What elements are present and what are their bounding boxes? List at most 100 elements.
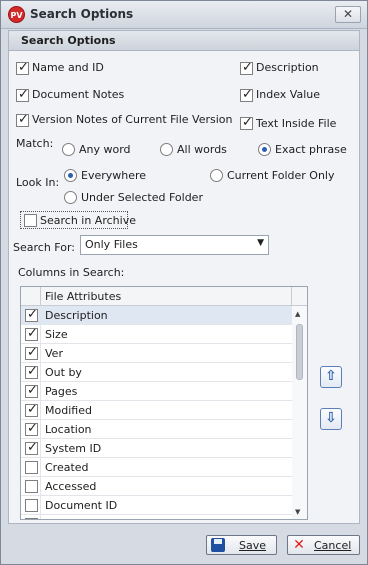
- document-notes-label: Document Notes: [32, 88, 125, 101]
- attribute-name: System ID: [45, 442, 102, 455]
- columns-in-search-label: Columns in Search:: [18, 266, 125, 279]
- table-row[interactable]: ✓ System ID: [21, 439, 292, 458]
- move-up-button[interactable]: ⇧: [320, 366, 342, 388]
- look-in-under-selected-label: Under Selected Folder: [81, 191, 203, 204]
- row-divider: [40, 458, 41, 477]
- table-row[interactable]: Document Status: [21, 515, 292, 519]
- description-label: Description: [256, 61, 319, 74]
- match-label: Match:: [16, 137, 54, 150]
- file-attributes-header: File Attributes: [45, 290, 122, 303]
- header-divider: [291, 287, 292, 306]
- attribute-name: Modified: [45, 404, 92, 417]
- search-for-dropdown[interactable]: Only Files ▼: [80, 235, 269, 255]
- match-all-words-radio[interactable]: [160, 143, 173, 156]
- checkmark-icon: ✓: [18, 112, 29, 127]
- text-inside-file-checkbox[interactable]: ✓: [240, 115, 253, 130]
- checkmark-icon: ✓: [242, 115, 253, 130]
- row-divider: [40, 515, 41, 519]
- search-for-label: Search For:: [13, 241, 75, 254]
- attribute-name: Description: [45, 309, 108, 322]
- table-row[interactable]: Accessed: [21, 477, 292, 496]
- row-divider: [40, 325, 41, 344]
- document-notes-checkbox[interactable]: ✓: [16, 87, 29, 102]
- table-row[interactable]: ✓ Ver: [21, 344, 292, 363]
- checkmark-icon: ✓: [242, 60, 253, 75]
- row-checkbox[interactable]: [25, 480, 38, 493]
- checkmark-icon: ✓: [27, 307, 38, 322]
- row-checkbox[interactable]: ✓: [25, 421, 38, 436]
- row-checkbox[interactable]: [25, 518, 38, 519]
- group-title: Search Options: [21, 34, 116, 47]
- checkmark-icon: ✓: [18, 60, 29, 75]
- search-in-archive-label: Search in Archive: [40, 214, 136, 227]
- row-checkbox[interactable]: ✓: [25, 364, 38, 379]
- row-divider: [40, 477, 41, 496]
- table-row[interactable]: Document ID: [21, 496, 292, 515]
- match-exact-phrase-radio[interactable]: [258, 143, 271, 156]
- checkmark-icon: ✓: [27, 440, 38, 455]
- look-in-under-selected-radio[interactable]: [64, 191, 77, 204]
- app-logo-icon: PV: [8, 6, 25, 23]
- row-divider: [40, 363, 41, 382]
- description-checkbox[interactable]: ✓: [240, 60, 253, 75]
- row-checkbox[interactable]: ✓: [25, 307, 38, 322]
- table-row[interactable]: ✓ Size: [21, 325, 292, 344]
- move-down-button[interactable]: ⇩: [320, 408, 342, 430]
- look-in-label: Look In:: [16, 176, 60, 189]
- row-checkbox[interactable]: [25, 499, 38, 512]
- version-notes-checkbox[interactable]: ✓: [16, 112, 29, 127]
- checkmark-icon: ✓: [27, 326, 38, 341]
- table-row[interactable]: ✓ Modified: [21, 401, 292, 420]
- table-scrollbar[interactable]: ▲ ▼: [292, 306, 307, 519]
- scroll-down-icon[interactable]: ▼: [295, 508, 300, 516]
- cancel-button[interactable]: ✕ Cancel: [287, 535, 360, 555]
- index-value-label: Index Value: [256, 88, 320, 101]
- floppy-disk-icon: [211, 538, 225, 552]
- index-value-checkbox[interactable]: ✓: [240, 87, 253, 102]
- checkmark-icon: ✓: [18, 87, 29, 102]
- row-checkbox[interactable]: [25, 461, 38, 474]
- cancel-x-icon: ✕: [293, 537, 305, 553]
- look-in-current-folder-radio[interactable]: [210, 169, 223, 182]
- save-button[interactable]: Save: [206, 535, 277, 555]
- row-divider: [40, 420, 41, 439]
- row-checkbox[interactable]: ✓: [25, 402, 38, 417]
- row-divider: [40, 439, 41, 458]
- look-in-everywhere-label: Everywhere: [81, 169, 147, 182]
- row-divider: [40, 382, 41, 401]
- table-row[interactable]: ✓ Pages: [21, 382, 292, 401]
- table-row[interactable]: ✓ Location: [21, 420, 292, 439]
- name-and-id-checkbox[interactable]: ✓: [16, 60, 29, 75]
- attribute-name: Ver: [45, 347, 63, 360]
- table-row[interactable]: ✓ Out by: [21, 363, 292, 382]
- checkmark-icon: ✓: [27, 383, 38, 398]
- attribute-name: Created: [45, 461, 89, 474]
- text-inside-file-label: Text Inside File: [256, 117, 337, 130]
- row-checkbox[interactable]: ✓: [25, 326, 38, 341]
- version-notes-label: Version Notes of Current File Version: [32, 113, 233, 126]
- look-in-everywhere-radio[interactable]: [64, 169, 77, 182]
- scroll-up-icon[interactable]: ▲: [295, 310, 300, 318]
- attribute-name: Document ID: [45, 499, 118, 512]
- match-any-word-radio[interactable]: [62, 143, 75, 156]
- table-row[interactable]: Created: [21, 458, 292, 477]
- attribute-name: Accessed: [45, 480, 97, 493]
- row-checkbox[interactable]: ✓: [25, 383, 38, 398]
- checkmark-icon: ✓: [242, 87, 253, 102]
- match-exact-phrase-label: Exact phrase: [275, 143, 347, 156]
- row-checkbox[interactable]: ✓: [25, 345, 38, 360]
- look-in-current-folder-label: Current Folder Only: [227, 169, 335, 182]
- checkmark-icon: ✓: [27, 421, 38, 436]
- arrow-up-icon: ⇧: [325, 368, 337, 384]
- checkmark-icon: ✓: [27, 364, 38, 379]
- row-divider: [40, 344, 41, 363]
- cancel-button-label: Cancel: [314, 539, 352, 552]
- search-for-value: Only Files: [85, 238, 138, 251]
- match-all-words-label: All words: [177, 143, 227, 156]
- scrollbar-thumb[interactable]: [296, 324, 303, 380]
- search-in-archive-checkbox[interactable]: [24, 214, 37, 227]
- close-button[interactable]: ✕: [335, 6, 361, 23]
- checkmark-icon: ✓: [27, 402, 38, 417]
- row-checkbox[interactable]: ✓: [25, 440, 38, 455]
- table-row[interactable]: ✓ Description: [21, 306, 292, 325]
